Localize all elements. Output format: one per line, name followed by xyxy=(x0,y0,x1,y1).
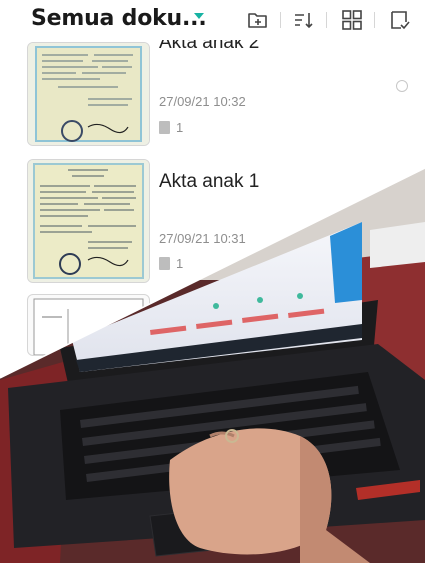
chevron-down-icon[interactable] xyxy=(194,13,204,19)
page-count: 1 xyxy=(159,120,183,135)
multi-select-icon[interactable] xyxy=(388,8,412,32)
toolbar-divider xyxy=(326,12,327,28)
document-date: 27/09/21 10:32 xyxy=(159,94,246,109)
page-count: 1 xyxy=(159,256,183,271)
page-count-value: 1 xyxy=(176,120,184,135)
page-icon xyxy=(159,121,170,134)
document-thumbnail[interactable] xyxy=(27,42,150,146)
toolbar-divider xyxy=(280,12,281,28)
document-name: Akta anak 1 xyxy=(159,171,260,192)
app-header: Semua doku... xyxy=(0,0,425,40)
sort-icon[interactable] xyxy=(292,8,316,32)
folder-title[interactable]: Semua doku... xyxy=(31,6,207,31)
page-icon xyxy=(159,257,170,270)
new-folder-icon[interactable] xyxy=(246,8,270,32)
grid-view-icon[interactable] xyxy=(340,8,364,32)
page-count-value: 1 xyxy=(176,256,184,271)
document-thumbnail[interactable] xyxy=(27,294,150,356)
toolbar-divider xyxy=(374,12,375,28)
document-date: 27/09/21 10:31 xyxy=(159,231,246,246)
document-thumbnail[interactable] xyxy=(27,159,150,283)
select-checkbox[interactable] xyxy=(396,80,408,92)
